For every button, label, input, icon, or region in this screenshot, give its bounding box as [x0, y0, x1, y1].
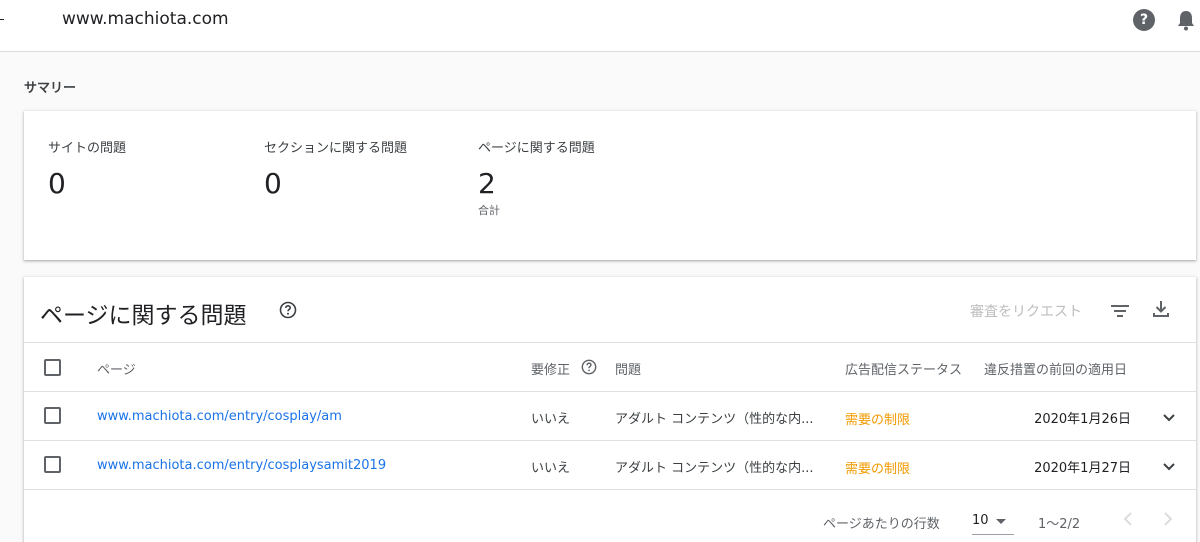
- stat-value: 0: [48, 167, 66, 200]
- divider: [24, 440, 1196, 441]
- rows-per-page-value: 10: [972, 513, 989, 528]
- stat-label: ページに関する問題: [478, 141, 595, 156]
- help-outline-icon[interactable]: [581, 359, 597, 375]
- download-icon[interactable]: [1151, 299, 1171, 319]
- divider: [24, 342, 1196, 343]
- last-applied-date: 2020年1月26日: [1034, 412, 1131, 427]
- stat-site-issues: サイトの問題 0: [48, 137, 126, 202]
- row-checkbox[interactable]: [44, 456, 61, 473]
- needs-fix-value: いいえ: [531, 412, 571, 427]
- stat-value: 0: [264, 167, 282, 200]
- chevron-right-icon[interactable]: [1162, 511, 1174, 527]
- chevron-left-icon[interactable]: [1122, 511, 1134, 527]
- stat-sub-label: 合計: [478, 204, 500, 217]
- notification-bell-icon[interactable]: [1176, 9, 1196, 31]
- chevron-down-icon[interactable]: [1162, 462, 1176, 472]
- column-header-issue[interactable]: 問題: [615, 359, 641, 378]
- summary-heading: サマリー: [24, 81, 77, 96]
- ad-status-value: 需要の制限: [845, 413, 911, 428]
- issues-title: ページに関する問題: [40, 303, 247, 329]
- stat-value: 2: [478, 167, 496, 200]
- stat-label: セクションに関する問題: [264, 141, 408, 156]
- help-outline-icon[interactable]: [279, 301, 297, 319]
- select-all-checkbox[interactable]: [44, 359, 61, 376]
- rows-per-page-select[interactable]: 10: [972, 507, 1014, 535]
- help-icon[interactable]: ?: [1133, 9, 1155, 31]
- caret-down-icon: [996, 519, 1006, 524]
- divider: [24, 391, 1196, 392]
- divider: [24, 489, 1196, 490]
- rows-per-page-label: ページあたりの行数: [823, 517, 940, 532]
- issue-value: アダルト コンテンツ（性的な内...: [615, 412, 814, 427]
- site-title: www.machiota.com: [62, 9, 229, 29]
- row-checkbox[interactable]: [44, 407, 61, 424]
- chevron-down-icon[interactable]: [1162, 413, 1176, 423]
- stat-section-issues: セクションに関する問題 0: [264, 137, 407, 202]
- last-applied-date: 2020年1月27日: [1034, 461, 1131, 476]
- stat-page-issues: ページに関する問題 2 合計: [478, 137, 595, 218]
- issue-value: アダルト コンテンツ（性的な内...: [615, 461, 814, 476]
- column-header-ad-status[interactable]: 広告配信ステータス: [845, 359, 962, 378]
- pagination-range: 1～2/2: [1038, 517, 1081, 532]
- summary-card: サイトの問題 0 セクションに関する問題 0 ページに関する問題 2 合計: [24, 111, 1196, 260]
- column-header-last-applied[interactable]: 違反措置の前回の適用日: [984, 359, 1127, 378]
- ad-status-value: 需要の制限: [845, 462, 911, 477]
- column-header-needs-fix[interactable]: 要修正: [531, 359, 570, 378]
- page-link[interactable]: www.machiota.com/entry/cosplaysamit2019: [97, 458, 386, 473]
- back-arrow-icon[interactable]: [0, 19, 4, 20]
- page-issues-card: ページに関する問題 審査をリクエスト ページ 要修正 問題 広告配信ステータス …: [24, 277, 1196, 542]
- page-link[interactable]: www.machiota.com/entry/cosplay/am: [97, 409, 342, 424]
- filter-icon[interactable]: [1110, 303, 1130, 319]
- request-review-button[interactable]: 審査をリクエスト: [970, 301, 1082, 321]
- needs-fix-value: いいえ: [531, 461, 571, 476]
- top-bar: www.machiota.com ?: [0, 0, 1200, 52]
- column-header-page[interactable]: ページ: [97, 359, 136, 378]
- stat-label: サイトの問題: [48, 141, 127, 156]
